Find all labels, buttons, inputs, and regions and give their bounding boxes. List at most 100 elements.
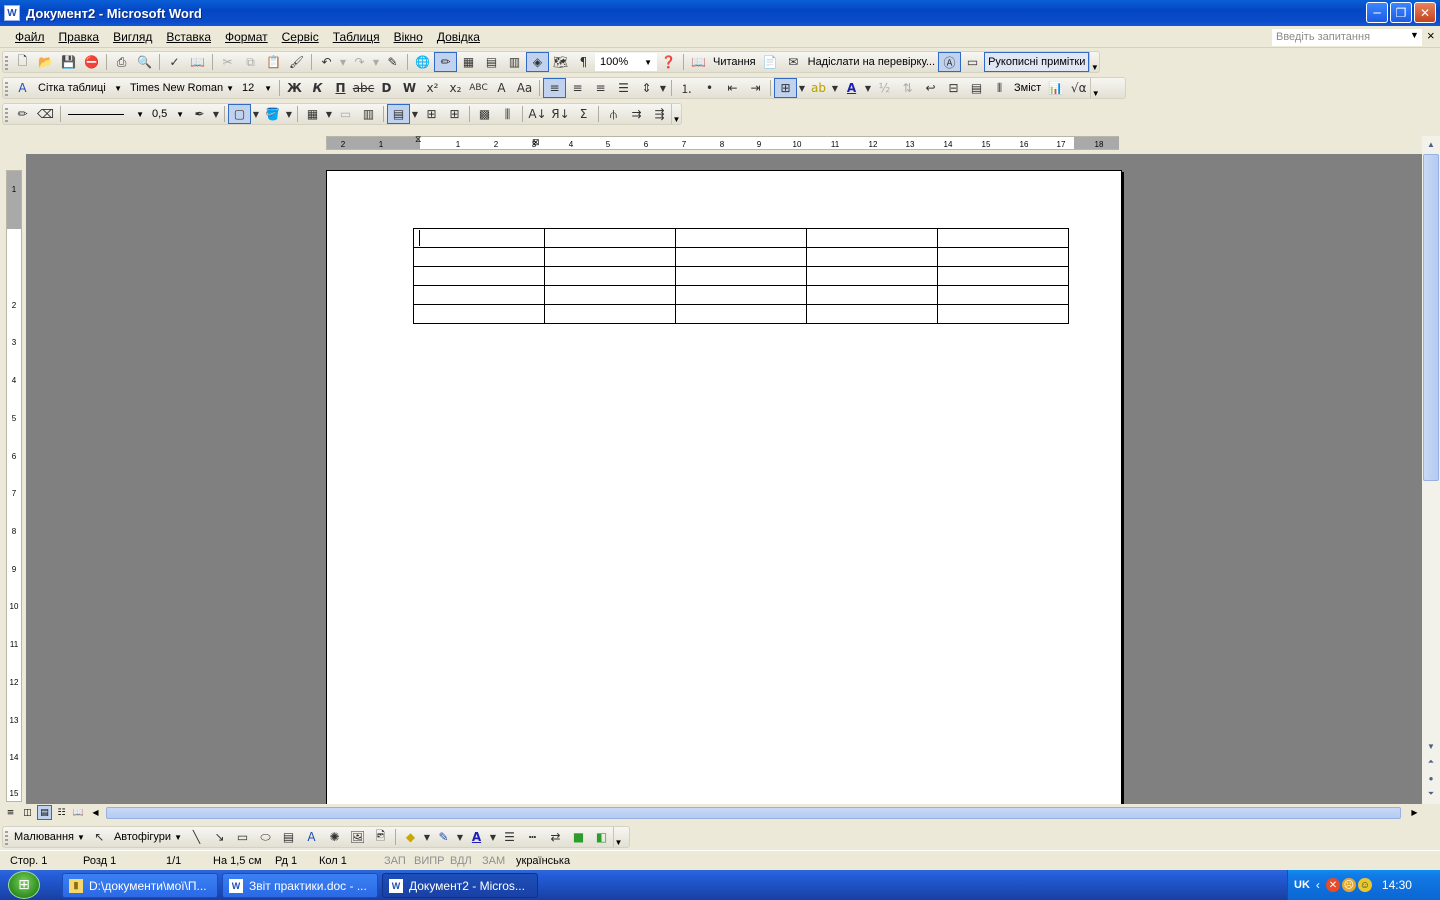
fill-color-icon[interactable]: ◆ — [399, 827, 422, 847]
font-color-dropdown-icon[interactable]: ▼ — [863, 78, 873, 98]
arrow-tool-icon[interactable]: ↘ — [208, 827, 231, 847]
toolbar-options-icon[interactable]: ▼ — [1090, 78, 1100, 98]
table-cell[interactable] — [937, 266, 1069, 286]
new-document-icon[interactable]: 🗋 — [11, 52, 34, 72]
show-hidden-icons-icon[interactable]: ‹ — [1316, 878, 1320, 892]
redo-icon[interactable]: ↷ — [348, 52, 371, 72]
equation-icon[interactable]: √α — [1067, 78, 1090, 98]
change-case-icon[interactable]: Aa — [513, 78, 536, 98]
split-cells-icon[interactable]: ▥ — [357, 104, 380, 124]
paste-icon[interactable]: 📋 — [262, 52, 285, 72]
outside-border-dropdown-icon[interactable]: ▼ — [251, 104, 261, 124]
table-cell[interactable] — [413, 266, 545, 286]
messenger-icon[interactable]: ☺ — [1357, 878, 1372, 892]
line-style-icon[interactable]: ☰ — [498, 827, 521, 847]
table-cell[interactable] — [937, 247, 1069, 267]
menu-tools[interactable]: Сервіс — [275, 28, 326, 46]
table-cell[interactable] — [806, 304, 938, 324]
network-icon[interactable]: ✕ — [1325, 878, 1340, 892]
align-left-icon[interactable]: ≡ — [543, 78, 566, 98]
draw-table-icon[interactable]: ✏ — [11, 104, 34, 124]
sort-ascending-icon[interactable]: A↓ — [526, 104, 549, 124]
superscript-icon[interactable]: x² — [421, 78, 444, 98]
vertical-ruler[interactable]: 1 2 3 4 5 6 7 8 9 10 11 12 13 14 15 — [6, 170, 22, 802]
columns-icon[interactable]: ▥ — [503, 52, 526, 72]
font-color-dropdown-icon[interactable]: ▼ — [488, 827, 498, 847]
undo-icon[interactable]: ↶ — [315, 52, 338, 72]
select-browse-object-icon[interactable]: ● — [1423, 770, 1439, 786]
bullets-icon[interactable]: • — [698, 78, 721, 98]
align-right-icon[interactable]: ≡ — [589, 78, 612, 98]
cut-icon[interactable]: ✂ — [216, 52, 239, 72]
reviewing-icon[interactable]: 📄 — [759, 52, 782, 72]
table-cell[interactable] — [413, 285, 545, 305]
line-tool-icon[interactable]: ╲ — [185, 827, 208, 847]
line-weight-select[interactable]: 0,5 ▼ — [148, 105, 188, 123]
decrease-indent-icon[interactable]: ⇤ — [721, 78, 744, 98]
document-page[interactable] — [326, 170, 1122, 804]
ink-drawing-icon[interactable]: ▭ — [961, 52, 984, 72]
insert-table-icon[interactable]: ▦ — [457, 52, 480, 72]
maximize-button[interactable]: ❐ — [1390, 2, 1412, 23]
spelling-icon[interactable]: ✓ — [163, 52, 186, 72]
autoshapes-menu-button[interactable]: Автофігури ▼ — [111, 827, 185, 847]
menu-help[interactable]: Довідка — [430, 28, 487, 46]
table-cell[interactable] — [937, 304, 1069, 324]
menu-file[interactable]: Файл — [8, 28, 52, 46]
security-alert-icon[interactable]: ☹ — [1341, 878, 1356, 892]
undo-dropdown-icon[interactable]: ▼ — [338, 52, 348, 72]
read-icon[interactable]: 📖 — [687, 52, 710, 72]
3d-style-icon[interactable]: ◧ — [590, 827, 613, 847]
table-cell[interactable] — [413, 228, 545, 248]
shading-color-icon[interactable]: 🪣 — [261, 104, 284, 124]
line-spacing-icon[interactable]: ⇕ — [635, 78, 658, 98]
line-color-dropdown-icon[interactable]: ▼ — [455, 827, 465, 847]
bold-button[interactable]: Ж — [283, 78, 306, 98]
table-cell[interactable] — [675, 228, 807, 248]
taskbar-item-report-doc[interactable]: W Звіт практики.doc - ... — [222, 873, 378, 898]
word-underline-icon[interactable]: W — [398, 78, 421, 98]
close-button[interactable]: ✕ — [1414, 2, 1436, 23]
subscript-icon[interactable]: x₂ — [444, 78, 467, 98]
cell-alignment-icon[interactable]: ▤ — [965, 78, 988, 98]
wordart-icon[interactable]: A — [300, 827, 323, 847]
status-extend-selection[interactable]: ВДЛ — [450, 855, 472, 867]
draw-menu-button[interactable]: Малювання ▼ — [11, 827, 88, 847]
align-top-left-icon[interactable]: ▤ — [387, 104, 410, 124]
line-style-select[interactable]: ▼ — [64, 105, 148, 123]
scroll-down-icon[interactable]: ▼ — [1423, 738, 1439, 754]
send-for-review-button[interactable]: Надіслати на перевірку... — [805, 52, 938, 72]
table-cell[interactable] — [413, 247, 545, 267]
next-page-icon[interactable]: ⏷ — [1423, 786, 1439, 802]
distribute-columns-icon[interactable]: ⊞ — [443, 104, 466, 124]
double-underline-icon[interactable]: D — [375, 78, 398, 98]
document-workspace[interactable] — [26, 154, 1422, 804]
table-cell[interactable] — [806, 228, 938, 248]
diagram-icon[interactable]: ✺ — [323, 827, 346, 847]
normal-view-icon[interactable]: ≡ — [3, 805, 18, 820]
taskbar-item-document2[interactable]: W Документ2 - Micros... — [382, 873, 538, 898]
send-for-review-icon[interactable]: ✉ — [782, 52, 805, 72]
fill-color-dropdown-icon[interactable]: ▼ — [422, 827, 432, 847]
text-box-icon[interactable]: ▤ — [277, 827, 300, 847]
status-overtype[interactable]: ЗАМ — [482, 855, 505, 867]
column-marker-icon[interactable]: ⊠ — [532, 137, 540, 148]
insert-excel-icon[interactable]: ▤ — [480, 52, 503, 72]
menu-insert[interactable]: Вставка — [159, 28, 218, 46]
hyperlink-icon[interactable]: 🌐 — [411, 52, 434, 72]
document-map-icon[interactable]: 🗺 — [549, 52, 572, 72]
insert-table-icon[interactable]: ▦ — [301, 104, 324, 124]
status-record-macro[interactable]: ЗАП — [384, 855, 406, 867]
merge-cells-icon[interactable]: ⊟ — [942, 78, 965, 98]
outline-view-icon[interactable]: ☷ — [54, 805, 69, 820]
redo-dropdown-icon[interactable]: ▼ — [371, 52, 381, 72]
select-objects-icon[interactable]: ↖ — [88, 827, 111, 847]
rectangle-tool-icon[interactable]: ▭ — [231, 827, 254, 847]
status-track-changes[interactable]: ВИПР — [414, 855, 445, 867]
minimize-button[interactable]: ─ — [1366, 2, 1388, 23]
previous-page-icon[interactable]: ⏶ — [1423, 754, 1439, 770]
table-cell[interactable] — [675, 266, 807, 286]
start-button[interactable]: ⊞ — [0, 870, 48, 900]
menu-view[interactable]: Вигляд — [106, 28, 159, 46]
table-cell[interactable] — [937, 285, 1069, 305]
